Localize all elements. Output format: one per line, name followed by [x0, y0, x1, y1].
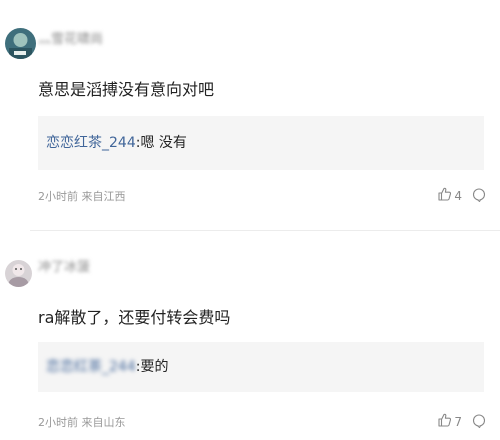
comment-bubble-icon[interactable] — [472, 187, 486, 206]
username[interactable]: 冲了冰菠 — [38, 256, 90, 275]
comment-location: 来自山东 — [81, 416, 126, 429]
divider — [30, 230, 500, 231]
like-button[interactable]: 7 — [438, 413, 462, 430]
like-count: 4 — [454, 188, 462, 203]
avatar[interactable] — [5, 260, 32, 287]
reply-text: 嗯 没有 — [140, 135, 187, 151]
comment-bubble-icon[interactable] — [472, 413, 486, 432]
avatar[interactable] — [5, 28, 36, 59]
reply-preview[interactable]: 恋恋红茶_244:嗯 没有 — [38, 116, 484, 170]
comment-time: 2小时前 — [38, 416, 78, 429]
comment-item: 灬雪花啸尚 意思是滔搏没有意向对吧 恋恋红茶_244:嗯 没有 2小时前 来自江… — [0, 0, 500, 228]
like-count: 7 — [454, 414, 462, 429]
comment-text: 意思是滔搏没有意向对吧 — [38, 80, 215, 99]
thumbs-up-icon — [438, 413, 452, 430]
comment-meta: 2小时前 来自江西 — [38, 188, 126, 204]
comment-meta: 2小时前 来自山东 — [38, 414, 126, 430]
comment-time: 2小时前 — [38, 190, 78, 203]
reply-author[interactable]: 恋恋红茶_244 — [46, 359, 136, 375]
reply-preview[interactable]: 恋恋红茶_244:要的 — [38, 342, 484, 392]
comment-location: 来自江西 — [81, 190, 126, 203]
comment-item: 冲了冰菠 ra解散了，还要付转会费吗 恋恋红茶_244:要的 2小时前 来自山东… — [0, 236, 500, 440]
thumbs-up-icon — [438, 187, 452, 204]
reply-author[interactable]: 恋恋红茶_244 — [46, 135, 136, 151]
username[interactable]: 灬雪花啸尚 — [38, 28, 103, 47]
like-button[interactable]: 4 — [438, 187, 462, 204]
comment-text: ra解散了，还要付转会费吗 — [38, 308, 231, 327]
reply-text: 要的 — [140, 359, 169, 375]
